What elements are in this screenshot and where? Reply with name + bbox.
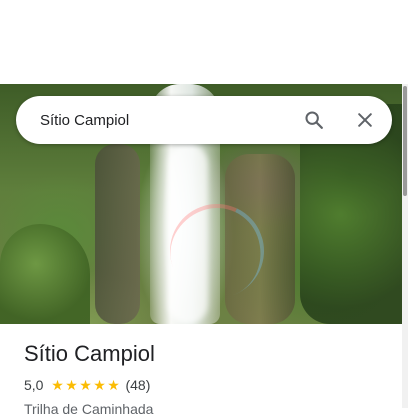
scrollbar-thumb[interactable]	[403, 86, 407, 196]
search-icon	[305, 111, 323, 129]
rating-value: 5,0	[24, 377, 44, 393]
place-info: Sítio Campiol 5,0 ★ ★ ★ ★ ★ (48) Trilha …	[24, 340, 155, 418]
place-title: Sítio Campiol	[24, 341, 155, 366]
search-bar	[16, 96, 392, 144]
search-button[interactable]	[298, 104, 330, 136]
photo-rock-left	[95, 144, 140, 324]
close-button[interactable]	[349, 104, 381, 136]
search-input[interactable]	[40, 96, 280, 144]
top-blank-area	[0, 0, 408, 84]
close-icon	[358, 113, 372, 127]
star-rating: ★ ★ ★ ★ ★	[50, 378, 120, 392]
star-icon: ★	[51, 377, 64, 393]
place-category: Trilha de Caminhada	[24, 401, 154, 417]
photo-vegetation-left	[0, 224, 90, 324]
star-icon: ★	[79, 377, 92, 393]
review-count-link[interactable]: (48)	[125, 377, 150, 393]
star-icon: ★	[107, 377, 120, 393]
star-icon: ★	[65, 377, 78, 393]
rating-row[interactable]: 5,0 ★ ★ ★ ★ ★ (48)	[24, 376, 155, 394]
star-icon: ★	[93, 377, 106, 393]
